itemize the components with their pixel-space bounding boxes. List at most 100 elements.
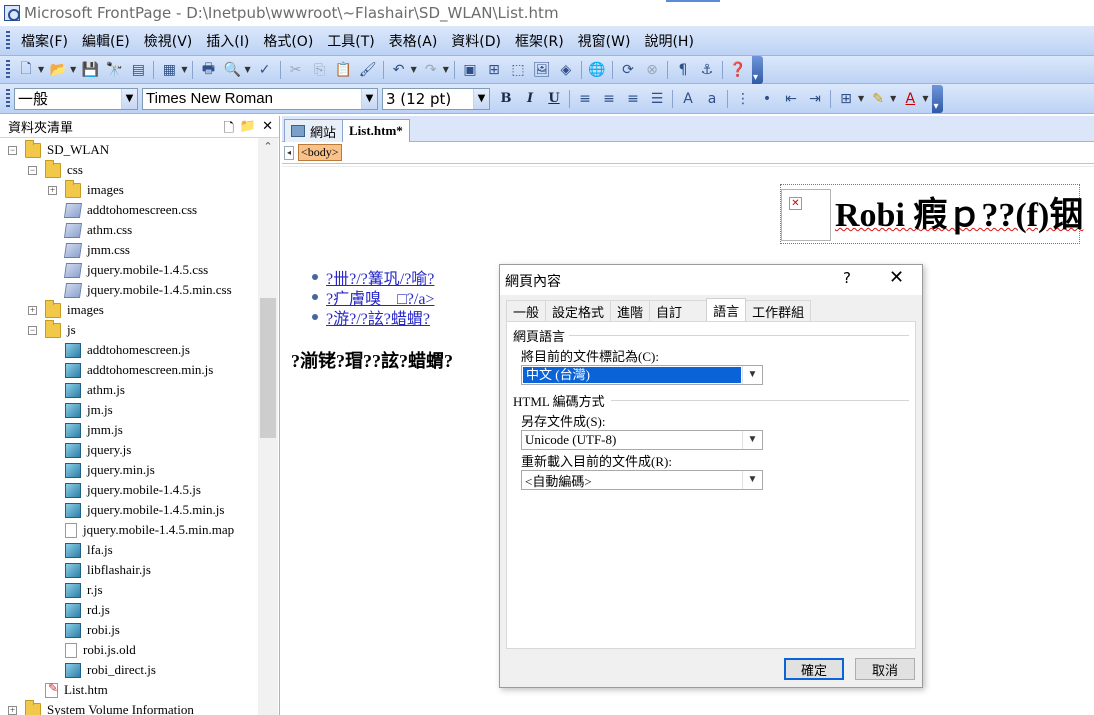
tab-workgroup[interactable]: 工作群組 <box>745 300 812 321</box>
chevron-down-icon[interactable]: ▼ <box>742 471 762 489</box>
font-combo[interactable]: Times New Roman ▼ <box>142 87 378 110</box>
toolbar-overflow-button[interactable] <box>751 55 763 84</box>
tree-item[interactable]: + System Volume Information <box>8 699 194 715</box>
cancel-button[interactable]: 取消 <box>855 658 915 680</box>
tree-item[interactable]: addtohomescreen.js <box>48 340 190 360</box>
help-icon[interactable]: ❓ <box>727 59 749 81</box>
toolbar-overflow-button[interactable] <box>932 84 944 113</box>
collapse-icon[interactable]: − <box>28 165 37 175</box>
chevron-down-icon[interactable]: ▼ <box>121 88 137 109</box>
italic-button[interactable]: I <box>518 91 542 106</box>
font-size-combo[interactable]: 3 (12 pt) ▼ <box>382 87 490 110</box>
tree-item[interactable]: + images <box>48 179 124 200</box>
new-dropdown-arrow[interactable]: ▼ <box>38 65 44 74</box>
insert-layer-icon[interactable]: ⬚ <box>507 59 529 81</box>
open-folder-icon[interactable]: 📂 <box>47 59 69 81</box>
spelling-icon[interactable]: ✓ <box>254 59 276 81</box>
bold-button[interactable]: B <box>494 91 518 106</box>
tree-item[interactable]: − js <box>28 319 76 340</box>
scroll-up-icon[interactable]: ⌃ <box>258 140 278 153</box>
borders-icon[interactable]: ⊞ <box>835 88 857 110</box>
paste-icon[interactable]: 📋 <box>333 59 355 81</box>
bookmark-anchor-icon[interactable]: ⚓ <box>696 59 718 81</box>
menu-tools[interactable]: 工具(T) <box>320 31 381 51</box>
ok-button[interactable]: 確定 <box>784 658 844 680</box>
tree-item[interactable]: addtohomescreen.css <box>48 200 197 220</box>
quick-tag-body[interactable]: <body> <box>298 144 342 161</box>
drawing-icon[interactable]: ◈ <box>555 59 577 81</box>
save-icon[interactable]: 💾 <box>79 59 101 81</box>
align-right-icon[interactable]: ≡ <box>622 88 644 110</box>
tree-item[interactable]: robi.js <box>48 620 120 640</box>
menu-file[interactable]: 檔案(F) <box>14 31 75 51</box>
tree-item[interactable]: − SD_WLAN <box>8 139 109 160</box>
tree-item[interactable]: jmm.css <box>48 240 130 260</box>
menu-data[interactable]: 資料(D) <box>444 31 508 51</box>
tree-item[interactable]: jquery.mobile-1.4.5.js <box>48 480 201 500</box>
toolbar-grip[interactable] <box>6 88 10 109</box>
align-center-icon[interactable]: ≡ <box>598 88 620 110</box>
redo-icon[interactable]: ↷ <box>420 59 442 81</box>
tree-item[interactable]: athm.js <box>48 380 125 400</box>
justify-icon[interactable]: ☰ <box>646 88 668 110</box>
tab-language[interactable]: 語言 <box>706 298 747 321</box>
tree-item[interactable]: List.htm <box>28 680 108 700</box>
highlight-icon[interactable]: ✎ <box>867 88 889 110</box>
tree-item[interactable]: jmm.js <box>48 420 123 440</box>
style-combo[interactable]: 一般 ▼ <box>14 87 138 110</box>
tab-advanced[interactable]: 進階 <box>610 300 651 321</box>
increase-indent-icon[interactable]: ⇥ <box>804 88 826 110</box>
menu-format[interactable]: 格式(O) <box>256 31 320 51</box>
expand-icon[interactable]: + <box>48 185 57 195</box>
open-dropdown-arrow[interactable]: ▼ <box>70 65 76 74</box>
tree-item[interactable]: athm.css <box>48 220 132 240</box>
publish-icon[interactable]: ▤ <box>127 59 149 81</box>
menu-edit[interactable]: 編輯(E) <box>75 31 137 51</box>
chevron-down-icon[interactable]: ▼ <box>742 366 762 384</box>
broken-image-placeholder[interactable]: ✕ <box>781 189 831 241</box>
menu-frames[interactable]: 框架(R) <box>508 31 571 51</box>
redo-dropdown-arrow[interactable]: ▼ <box>443 65 449 74</box>
menu-grip[interactable] <box>6 30 10 51</box>
hyperlink-globe-icon[interactable]: 🌐 <box>586 59 608 81</box>
copy-icon[interactable]: ⎘ <box>309 59 331 81</box>
cut-icon[interactable]: ✂ <box>285 59 307 81</box>
tree-item[interactable]: lfa.js <box>48 540 113 560</box>
quick-tag-back-icon[interactable]: ◂ <box>284 145 294 160</box>
tab-general[interactable]: 一般 <box>506 300 547 321</box>
tree-item[interactable]: jquery.mobile-1.4.5.min.css <box>48 280 232 300</box>
preview-icon[interactable]: 🔍 <box>221 59 243 81</box>
format-painter-icon[interactable]: 🖌 <box>357 59 379 81</box>
menu-insert[interactable]: 插入(I) <box>199 31 256 51</box>
tree-item[interactable]: − css <box>28 159 83 180</box>
tree-item[interactable]: jm.js <box>48 400 113 420</box>
tree-item[interactable]: rd.js <box>48 600 110 620</box>
tree-item[interactable]: + images <box>28 299 104 320</box>
show-all-icon[interactable]: ¶ <box>672 59 694 81</box>
page-heading[interactable]: Robi 瘕ｐ??(f)铟 <box>835 187 1083 236</box>
new-page-icon[interactable]: 🗋 <box>15 59 37 81</box>
borders-dropdown-arrow[interactable]: ▼ <box>858 94 864 103</box>
insert-table-icon[interactable]: ⊞ <box>483 59 505 81</box>
reload-encoding-select[interactable]: <自動編碼> ▼ <box>521 470 763 490</box>
expand-icon[interactable]: + <box>8 705 17 715</box>
refresh-icon[interactable]: ⟳ <box>617 59 639 81</box>
chevron-down-icon[interactable]: ▼ <box>473 88 489 109</box>
search-binoculars-icon[interactable]: 🔭 <box>103 59 125 81</box>
chevron-down-icon[interactable]: ▼ <box>361 88 377 109</box>
tree-item[interactable]: jquery.js <box>48 440 131 460</box>
scroll-thumb[interactable] <box>260 298 276 438</box>
collapse-icon[interactable]: − <box>8 145 17 155</box>
tab-website[interactable]: 網站 <box>284 119 344 142</box>
toggle-pane-icon[interactable]: ▦ <box>158 59 180 81</box>
tree-item[interactable]: jquery.mobile-1.4.5.css <box>48 260 208 280</box>
page-link-3[interactable]: ?游?/?詃?蜡蝟? <box>326 305 430 329</box>
preview-dropdown-arrow[interactable]: ▼ <box>244 65 250 74</box>
expand-icon[interactable]: + <box>28 305 37 315</box>
document-language-select[interactable]: 中文 (台灣) ▼ <box>521 365 763 385</box>
tree-item[interactable]: jquery.mobile-1.4.5.min.map <box>48 520 234 540</box>
save-encoding-select[interactable]: Unicode (UTF-8) ▼ <box>521 430 763 450</box>
tree-item[interactable]: addtohomescreen.min.js <box>48 360 213 380</box>
tree-item[interactable]: jquery.mobile-1.4.5.min.js <box>48 500 224 520</box>
numbered-list-icon[interactable]: ⋮ <box>732 88 754 110</box>
